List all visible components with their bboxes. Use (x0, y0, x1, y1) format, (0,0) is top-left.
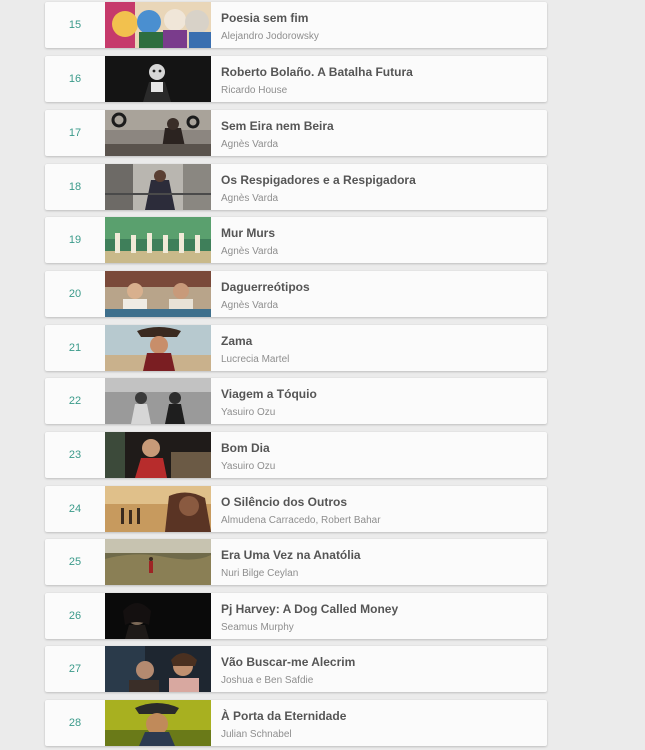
film-thumbnail[interactable] (105, 539, 211, 585)
film-title[interactable]: Bom Dia (221, 441, 270, 455)
film-director: Seamus Murphy (221, 622, 294, 633)
list-item[interactable]: 25 Era Uma Vez na Anatólia Nuri Bilge Ce… (45, 539, 547, 585)
film-title[interactable]: À Porta da Eternidade (221, 709, 346, 723)
film-thumbnail[interactable] (105, 700, 211, 746)
film-thumbnail[interactable] (105, 432, 211, 478)
rank-number: 28 (68, 717, 82, 729)
list-item[interactable]: 19 Mur Murs Agnès Varda (45, 217, 547, 263)
film-title[interactable]: Viagem a Tóquio (221, 387, 317, 401)
list-item[interactable]: 26 Pj Harvey: A Dog Called Money Seamus … (45, 593, 547, 639)
film-title[interactable]: Os Respigadores e a Respigadora (221, 173, 416, 187)
list-item[interactable]: 21 Zama Lucrecia Martel (45, 325, 547, 371)
rank-number: 22 (68, 395, 82, 407)
film-director: Alejandro Jodorowsky (221, 31, 319, 42)
rank-number: 26 (68, 610, 82, 622)
film-thumbnail[interactable] (105, 217, 211, 263)
rank-number: 21 (68, 342, 82, 354)
rank-number: 25 (68, 556, 82, 568)
film-title[interactable]: Poesia sem fim (221, 11, 308, 25)
film-director: Joshua e Ben Safdie (221, 675, 314, 686)
film-thumbnail[interactable] (105, 378, 211, 424)
rank-number: 18 (68, 181, 82, 193)
list-item[interactable]: 20 Daguerreótipos Agnès Varda (45, 271, 547, 317)
list-item[interactable]: 28 À Porta da Eternidade Julian Schnabel (45, 700, 547, 746)
rank-number: 20 (68, 288, 82, 300)
film-director: Agnès Varda (221, 300, 279, 311)
film-title[interactable]: Mur Murs (221, 226, 275, 240)
film-title[interactable]: Vão Buscar-me Alecrim (221, 655, 355, 669)
film-thumbnail[interactable] (105, 593, 211, 639)
film-director: Nuri Bilge Ceylan (221, 568, 299, 579)
film-title[interactable]: Pj Harvey: A Dog Called Money (221, 602, 398, 616)
film-title[interactable]: Era Uma Vez na Anatólia (221, 548, 361, 562)
film-director: Ricardo House (221, 85, 288, 96)
rank-number: 24 (68, 503, 82, 515)
list-item[interactable]: 27 Vão Buscar-me Alecrim Joshua e Ben Sa… (45, 646, 547, 692)
rank-number: 27 (68, 663, 82, 675)
film-director: Yasuiro Ozu (221, 407, 276, 418)
film-thumbnail[interactable] (105, 2, 211, 48)
film-thumbnail[interactable] (105, 646, 211, 692)
film-director: Lucrecia Martel (221, 354, 290, 365)
film-director: Agnès Varda (221, 246, 279, 257)
list-item[interactable]: 17 Sem Eira nem Beira Agnès Varda (45, 110, 547, 156)
film-director: Agnès Varda (221, 139, 279, 150)
film-director: Julian Schnabel (221, 729, 292, 740)
rank-number: 23 (68, 449, 82, 461)
rank-number: 15 (68, 19, 82, 31)
list-item[interactable]: 18 Os Respigadores e a Respigadora Agnès… (45, 164, 547, 210)
list-item[interactable]: 23 Bom Dia Yasuiro Ozu (45, 432, 547, 478)
film-director: Agnès Varda (221, 193, 279, 204)
list-item[interactable]: 15 Poesia sem fim Alejandro Jodorowsky (45, 2, 547, 48)
film-director: Yasuiro Ozu (221, 461, 276, 472)
film-thumbnail[interactable] (105, 325, 211, 371)
rank-number: 17 (68, 127, 82, 139)
film-title[interactable]: O Silêncio dos Outros (221, 495, 347, 509)
film-thumbnail[interactable] (105, 486, 211, 532)
film-director: Almudena Carracedo, Robert Bahar (221, 515, 381, 526)
film-thumbnail[interactable] (105, 164, 211, 210)
rank-number: 16 (68, 73, 82, 85)
film-title[interactable]: Zama (221, 334, 252, 348)
film-title[interactable]: Daguerreótipos (221, 280, 310, 294)
list-item[interactable]: 24 O Silêncio dos Outros Almudena Carrac… (45, 486, 547, 532)
film-title[interactable]: Roberto Bolaño. A Batalha Futura (221, 65, 413, 79)
list-item[interactable]: 22 Viagem a Tóquio Yasuiro Ozu (45, 378, 547, 424)
rank-number: 19 (68, 234, 82, 246)
film-thumbnail[interactable] (105, 271, 211, 317)
film-thumbnail[interactable] (105, 56, 211, 102)
film-title[interactable]: Sem Eira nem Beira (221, 119, 334, 133)
list-item[interactable]: 16 Roberto Bolaño. A Batalha Futura Rica… (45, 56, 547, 102)
film-thumbnail[interactable] (105, 110, 211, 156)
